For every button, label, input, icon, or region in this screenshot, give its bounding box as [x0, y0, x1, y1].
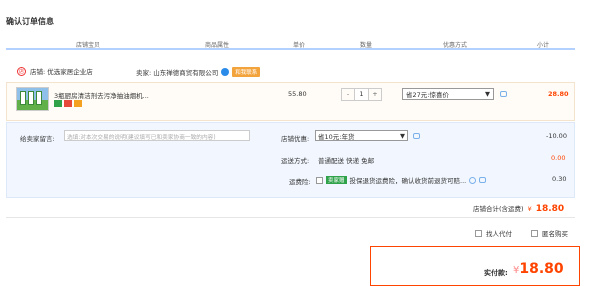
guarantee-icon: [74, 100, 82, 107]
anonymous-pay-label: 找人代付: [486, 230, 512, 238]
wangwang-icon[interactable]: [221, 68, 230, 76]
seller-name[interactable]: 卖家: 山东禅德商贸有限公司: [136, 67, 218, 77]
anonymous-pay-option[interactable]: 找人代付: [475, 228, 512, 238]
pay-label: 实付款:: [484, 269, 508, 277]
store-total-label: 店铺合计(含运费): [473, 205, 524, 213]
chat-icon[interactable]: [479, 177, 487, 183]
chevron-down-icon: ▼: [485, 90, 490, 98]
store-promo-label: 店铺优惠:: [281, 135, 310, 143]
anonymous-buy-label: 匿名购买: [542, 230, 568, 238]
promo-select[interactable]: 省27元:惊喜价 ▼: [402, 88, 494, 100]
store-promo-amount: -10.00: [546, 132, 567, 140]
increase-button[interactable]: +: [369, 89, 381, 100]
chat-icon[interactable]: [500, 91, 507, 97]
return-7day-icon: [54, 100, 62, 107]
divider: [6, 217, 575, 218]
insurance-row: 卖家赠 投保退货运费险，确认收货前退货可赔...: [316, 175, 487, 185]
shipping-label: 运送方式:: [281, 157, 310, 165]
seller-row: 卖家: 山东禅德商贸有限公司 和我联系: [136, 67, 261, 77]
store-icon: 店: [17, 66, 26, 76]
seller-gift-tag: 卖家赠: [326, 176, 347, 184]
message-label: 给卖家留言:: [20, 135, 55, 143]
product-thumbnail[interactable]: [16, 87, 49, 111]
checkbox-icon[interactable]: [475, 229, 482, 237]
insurance-label: 运费险:: [289, 178, 311, 186]
pay-value: 18.80: [519, 261, 564, 277]
store-row: 店 店铺: 优选家居企业店: [17, 66, 93, 76]
col-subtotal: 小计: [537, 42, 550, 49]
anonymous-buy-option[interactable]: 匿名购买: [531, 228, 568, 238]
question-icon[interactable]: [469, 176, 477, 184]
store-total-amount: 18.80: [535, 204, 565, 214]
quantity-stepper: - 1 +: [341, 88, 382, 101]
unit-price: 55.80: [288, 90, 307, 98]
message-input[interactable]: 选填:对本次交易的说明(建议填写已和卖家协商一致的内容): [64, 130, 250, 141]
page-title: 确认订单信息: [6, 17, 54, 26]
product-name[interactable]: 3瓶厨房清洁剂去污净抽油烟机...: [54, 90, 149, 100]
store-promo-select[interactable]: 省10元:年货 ▼: [315, 130, 408, 141]
store-name[interactable]: 店铺: 优选家居企业店: [30, 66, 93, 76]
col-promo: 优惠方式: [443, 42, 468, 49]
item-subtotal: 28.80: [548, 90, 569, 98]
col-item: 店铺宝贝: [76, 42, 101, 49]
credit-card-icon: [64, 100, 72, 107]
chevron-down-icon: ▼: [400, 131, 405, 140]
store-promo-value: 省10元:年货: [318, 132, 355, 141]
checkbox-icon[interactable]: [531, 229, 538, 237]
store-total-currency: ¥: [527, 205, 532, 213]
contact-button[interactable]: 和我联系: [232, 67, 261, 77]
insurance-amount: 0.30: [552, 175, 567, 183]
col-qty: 数量: [360, 42, 373, 49]
store-total: 店铺合计(含运费) ¥ 18.80: [473, 203, 564, 214]
table-header: 店铺宝贝 商品属性 单价 数量 优惠方式 小计: [6, 37, 575, 50]
decrease-button[interactable]: -: [342, 89, 354, 100]
col-attr: 商品属性: [205, 42, 230, 49]
insurance-text: 投保退货运费险，确认收货前退货可赔...: [349, 177, 467, 185]
shipping-value: 普通配送 快递 免邮: [318, 157, 375, 165]
col-price: 单价: [293, 42, 306, 49]
promo-value: 省27元:惊喜价: [406, 91, 449, 99]
pay-amount: ¥18.80: [513, 261, 564, 277]
quantity-input[interactable]: 1: [354, 89, 369, 100]
chat-icon[interactable]: [413, 133, 420, 139]
checkbox-icon[interactable]: [316, 176, 323, 184]
service-badges: [54, 100, 82, 107]
shipping-amount: 0.00: [551, 154, 566, 162]
